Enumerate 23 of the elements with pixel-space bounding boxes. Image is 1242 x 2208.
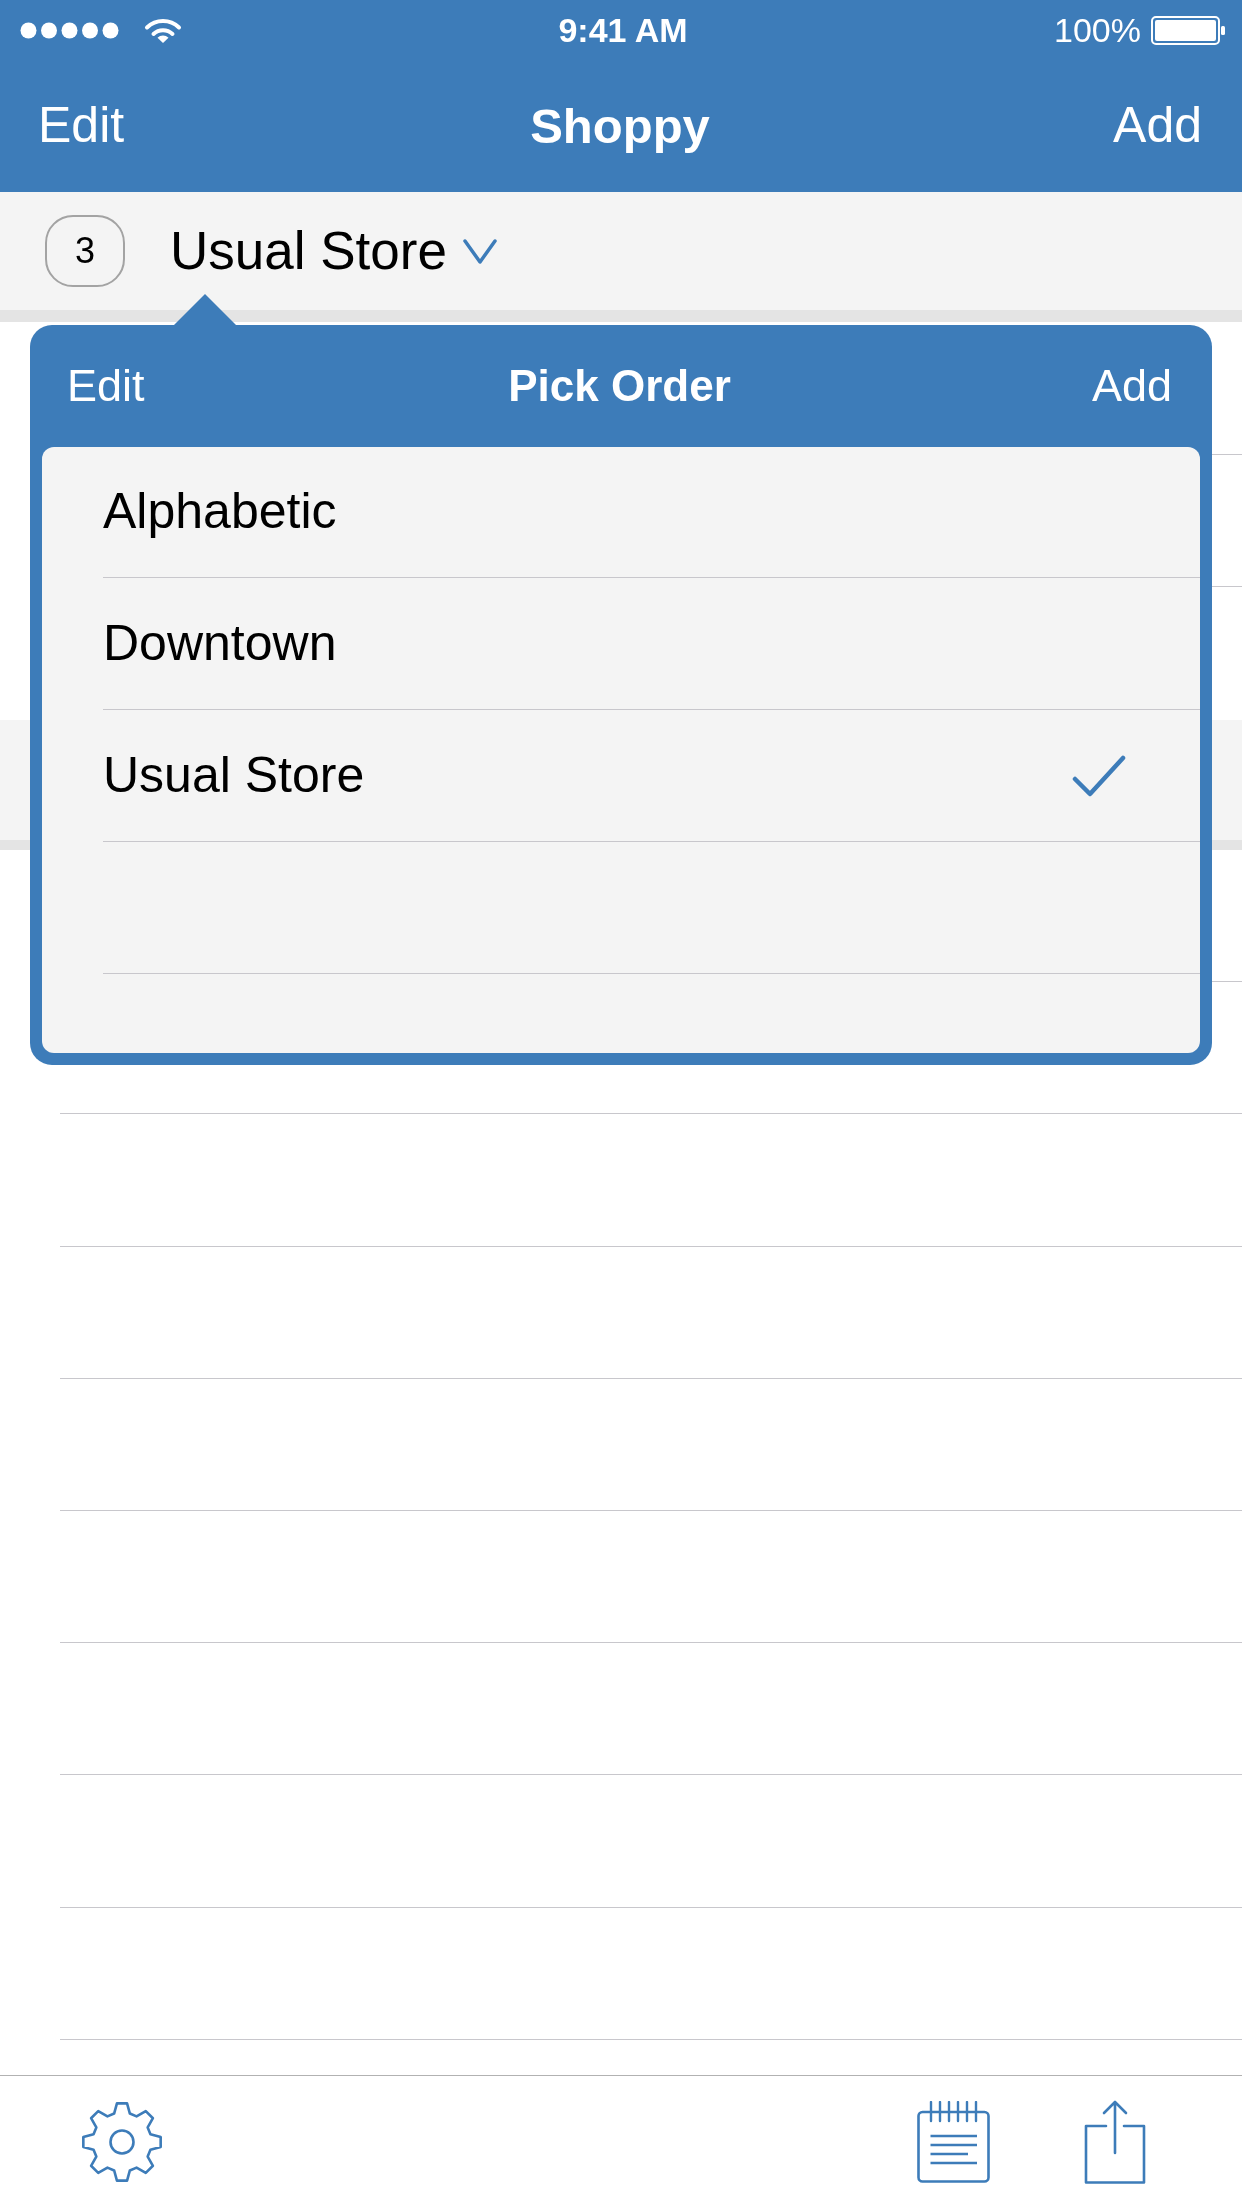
notepad-icon[interactable] — [917, 2101, 990, 2183]
count-badge: 3 — [45, 215, 125, 287]
edit-button[interactable]: Edit — [67, 360, 145, 412]
battery-percentage: 100% — [1054, 13, 1141, 47]
popover-title: Pick Order — [508, 360, 731, 412]
settings-icon[interactable] — [82, 2102, 162, 2182]
store-picker-button[interactable]: Usual Store — [170, 220, 497, 282]
order-option-label: Usual Store — [103, 746, 365, 805]
order-option[interactable]: Downtown — [42, 578, 1200, 709]
add-button[interactable]: Add — [1113, 97, 1202, 155]
edit-button[interactable]: Edit — [38, 97, 125, 155]
signal-icon — [20, 21, 119, 39]
order-option-label: Downtown — [103, 614, 337, 673]
chevron-down-icon — [462, 238, 497, 264]
wifi-icon — [144, 16, 182, 44]
share-icon[interactable] — [1083, 2100, 1147, 2184]
order-option[interactable]: Alphabetic — [42, 447, 1200, 577]
order-option-label: Alphabetic — [103, 483, 337, 541]
battery-icon — [1151, 15, 1226, 45]
order-option[interactable]: Usual Store — [42, 710, 1200, 841]
add-button[interactable]: Add — [1091, 360, 1172, 412]
app-title: Shoppy — [530, 97, 710, 155]
status-time: 9:41 AM — [558, 13, 688, 47]
